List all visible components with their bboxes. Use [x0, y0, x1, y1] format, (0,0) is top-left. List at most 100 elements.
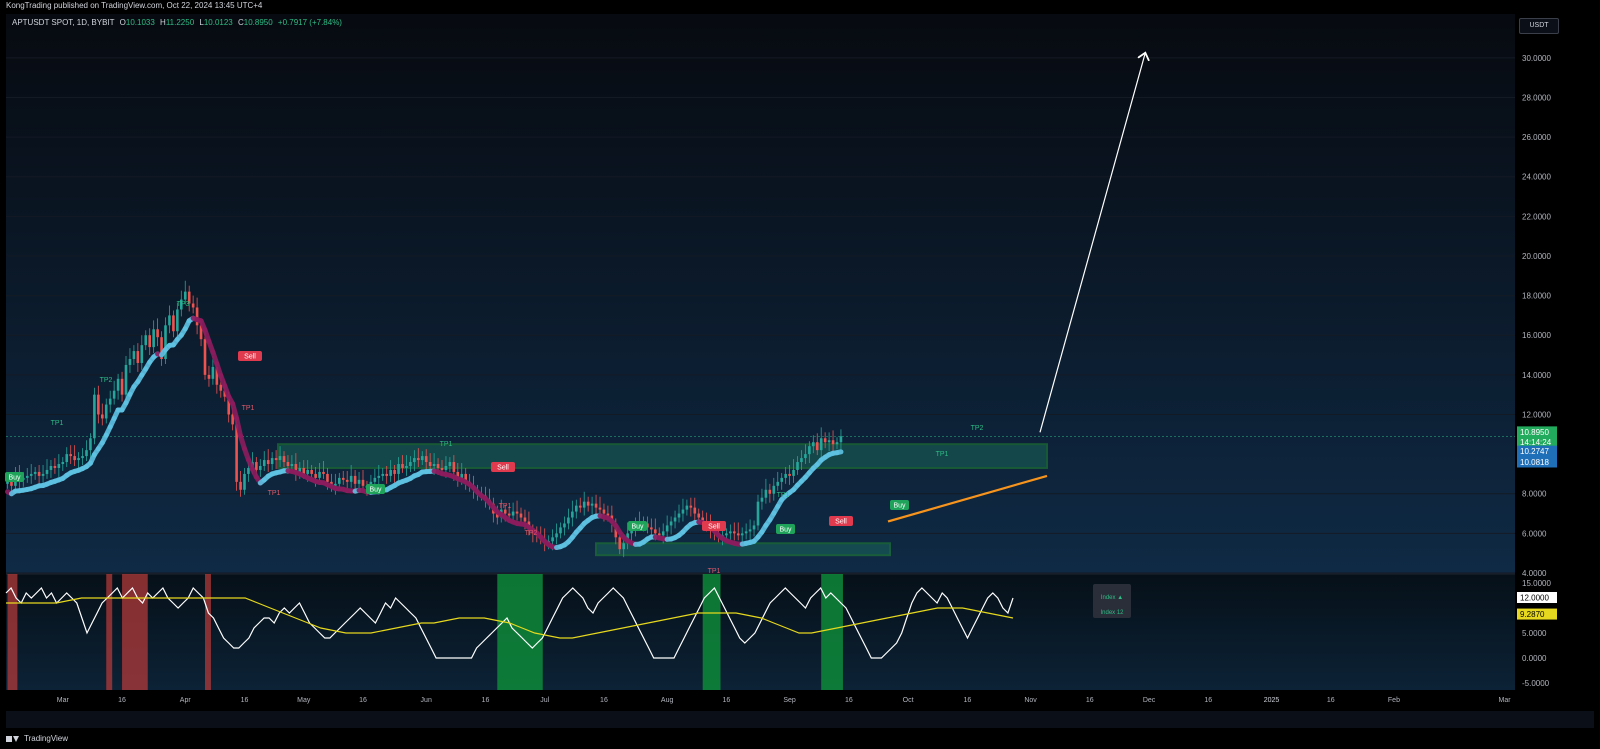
- symbol-name[interactable]: APTUSDT SPOT, 1D, BYBIT: [12, 18, 114, 27]
- currency-button[interactable]: USDT: [1519, 18, 1559, 34]
- sell-signal: Sell: [244, 354, 256, 361]
- candle-body: [673, 517, 677, 522]
- take-profit-label: TP1: [51, 420, 64, 427]
- candle-body: [314, 473, 317, 478]
- candle-body: [733, 531, 736, 534]
- candle-body: [49, 466, 53, 470]
- candle-body: [507, 513, 511, 516]
- candle-body: [768, 489, 772, 494]
- indicator-legend-item: Index 12: [1100, 610, 1124, 616]
- take-profit-label: TP2: [525, 530, 538, 537]
- candle-body: [101, 414, 104, 419]
- candle-body: [77, 458, 80, 461]
- candle-body: [555, 533, 558, 538]
- index-current-label: 12.0000: [1520, 594, 1549, 603]
- candle-body: [338, 477, 341, 484]
- take-profit-label: TP1: [242, 405, 255, 412]
- candle-body: [729, 531, 732, 534]
- candle-body: [61, 462, 65, 465]
- candle-body: [697, 513, 701, 518]
- trend-band-up: [834, 449, 844, 456]
- time-axis[interactable]: [6, 690, 1515, 711]
- candle-body: [523, 517, 527, 522]
- candle-body: [582, 501, 586, 508]
- high-value: 11.2250: [165, 18, 195, 27]
- time-axis-tick-label: Sep: [783, 697, 796, 704]
- candle-body: [693, 507, 697, 514]
- candle-body: [377, 475, 381, 478]
- candle-body: [41, 473, 45, 476]
- candle-body: [748, 529, 752, 532]
- candle-body: [318, 471, 321, 478]
- price-axis-tick-label: 24.0000: [1522, 173, 1551, 182]
- candle-body: [685, 505, 689, 510]
- candle-body: [760, 497, 764, 502]
- tradingview-logo[interactable]: TradingView: [6, 732, 68, 745]
- candle-body: [424, 456, 428, 463]
- sell-signal: Sell: [497, 465, 509, 472]
- candle-body: [124, 364, 128, 395]
- candle-body: [148, 335, 151, 348]
- candle-body: [349, 475, 353, 482]
- candle-body: [736, 533, 740, 536]
- price-axis-tick-label: 28.0000: [1522, 93, 1551, 102]
- candle-body: [144, 335, 148, 346]
- candle-body: [385, 473, 388, 476]
- candle-body: [401, 464, 404, 468]
- candle-body: [191, 303, 195, 308]
- candle-body: [436, 464, 440, 468]
- candle-body: [511, 511, 515, 516]
- candle-body: [669, 521, 673, 526]
- candle-body: [622, 543, 625, 550]
- candle-body: [815, 442, 819, 451]
- time-axis-tick-label: 2025: [1264, 697, 1280, 704]
- time-axis-tick-label: Jul: [540, 697, 549, 704]
- buy-signal: Buy: [631, 524, 644, 531]
- take-profit-label: TP3: [177, 301, 190, 308]
- candle-body: [45, 469, 49, 474]
- candle-body: [89, 438, 92, 451]
- candle-body: [73, 456, 76, 461]
- candle-body: [618, 537, 622, 550]
- time-axis-tick-label: May: [297, 697, 311, 704]
- zone-price-axis-label: 10.0818: [1520, 458, 1549, 467]
- bar-countdown-label: 14:14:24: [1520, 438, 1552, 447]
- price-axis[interactable]: [1515, 14, 1594, 711]
- candle-body: [274, 458, 278, 461]
- candle-body: [428, 462, 432, 466]
- candle-body: [136, 351, 140, 363]
- indicator-green-band: [497, 574, 543, 690]
- candle-body: [172, 315, 175, 332]
- candle-body: [764, 489, 768, 498]
- candle-body: [120, 378, 124, 395]
- candle-body: [654, 529, 657, 534]
- candle-body: [93, 394, 96, 439]
- sell-signal: Sell: [835, 519, 847, 526]
- candle-body: [677, 513, 681, 518]
- candle-body: [740, 533, 744, 536]
- time-axis-tick-label: 16: [241, 697, 249, 704]
- candle-body: [65, 454, 69, 463]
- price-chart-canvas[interactable]: 30.0000 28.0000 26.0000 24.0000 22.0000 20.00…: [0, 0, 1600, 749]
- candle-body: [132, 351, 136, 359]
- time-axis-tick-label: 16: [1086, 697, 1094, 704]
- candle-body: [341, 477, 345, 480]
- candle-body: [831, 440, 835, 445]
- candle-body: [128, 359, 132, 365]
- price-axis-tick-label: 18.0000: [1522, 292, 1551, 301]
- candle-body: [239, 481, 242, 490]
- candle-body: [195, 307, 199, 326]
- candle-body: [53, 466, 57, 468]
- candle-body: [266, 460, 270, 465]
- candle-body: [413, 458, 416, 463]
- candle-body: [207, 374, 211, 379]
- time-axis-tick-label: Mar: [57, 697, 70, 704]
- candle-body: [116, 378, 120, 391]
- indicator-axis-tick-label: 5.0000: [1522, 629, 1547, 638]
- candle-body: [575, 505, 578, 512]
- candle-body: [665, 525, 669, 532]
- price-axis-tick-label: 20.0000: [1522, 252, 1551, 261]
- candle-body: [69, 454, 72, 457]
- indicator-green-band: [821, 574, 843, 690]
- candle-body: [397, 464, 400, 474]
